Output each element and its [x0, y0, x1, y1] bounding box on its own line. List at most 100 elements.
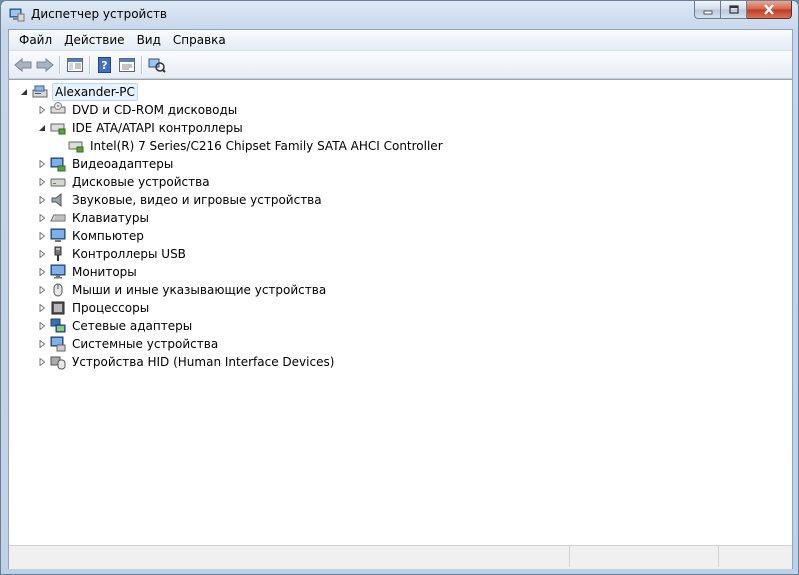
tree-item-system-devices[interactable]: Системные устройства — [37, 335, 220, 353]
expand-arrow-icon[interactable] — [37, 303, 47, 313]
back-arrow-icon — [14, 57, 32, 72]
display-adapter-icon — [50, 156, 66, 172]
menu-view[interactable]: Вид — [131, 30, 167, 50]
tree-item-label: Звуковые, видео и игровые устройства — [72, 193, 322, 207]
speaker-icon — [50, 192, 66, 208]
tree-item-label: Видеоадаптеры — [72, 157, 174, 171]
tree-item-label: Процессоры — [72, 301, 150, 315]
menu-bar: Файл Действие Вид Справка — [9, 30, 792, 51]
tree-item-processors[interactable]: Процессоры — [37, 299, 151, 317]
toolbar: ? — [9, 51, 792, 79]
minimize-button[interactable] — [694, 1, 721, 19]
device-tree[interactable]: Alexander-PC DVD и CD-ROM дисководы IDE … — [9, 79, 792, 545]
network-adapter-icon — [50, 318, 66, 334]
tree-item-video-adapters[interactable]: Видеоадаптеры — [37, 155, 175, 173]
system-device-icon — [50, 336, 66, 352]
ide-controller-icon — [68, 138, 84, 154]
back-button[interactable] — [12, 54, 34, 76]
status-pane — [9, 546, 570, 567]
device-manager-window: Диспетчер устройств Файл Действие Вид Сп… — [0, 0, 799, 575]
tree-item-computer[interactable]: Компьютер — [37, 227, 146, 245]
tree-item-label: Контроллеры USB — [72, 247, 186, 261]
expand-arrow-icon[interactable] — [37, 159, 47, 169]
mouse-icon — [50, 282, 66, 298]
maximize-button[interactable] — [721, 1, 747, 19]
tree-item-ide[interactable]: IDE ATA/ATAPI контроллеры — [37, 119, 245, 137]
close-button[interactable] — [747, 1, 792, 19]
help-icon: ? — [98, 56, 111, 73]
expand-arrow-icon[interactable] — [37, 177, 47, 187]
show-hide-console-tree-icon — [67, 57, 83, 72]
tree-item-label: Intel(R) 7 Series/C216 Chipset Family SA… — [90, 139, 443, 153]
tree-root[interactable]: Alexander-PC — [19, 83, 138, 101]
tree-item-label: Клавиатуры — [72, 211, 149, 225]
computer-icon — [32, 84, 48, 100]
forward-button[interactable] — [34, 54, 56, 76]
tree-item-mice[interactable]: Мыши и иные указывающие устройства — [37, 281, 328, 299]
tree-item-sound[interactable]: Звуковые, видео и игровые устройства — [37, 191, 324, 209]
maximize-icon — [728, 4, 739, 14]
collapse-arrow-icon[interactable] — [19, 87, 29, 97]
expand-arrow-icon[interactable] — [37, 231, 47, 241]
expand-arrow-icon[interactable] — [37, 105, 47, 115]
title-bar[interactable]: Диспетчер устройств — [1, 1, 798, 29]
usb-icon — [50, 246, 66, 262]
tree-item-ide-controller[interactable]: Intel(R) 7 Series/C216 Chipset Family SA… — [68, 137, 445, 155]
root-label: Alexander-PC — [52, 83, 138, 101]
minimize-icon — [703, 10, 712, 14]
menu-action[interactable]: Действие — [58, 30, 130, 50]
device-manager-icon — [9, 6, 25, 22]
dvd-drive-icon — [50, 102, 66, 118]
tree-item-label: DVD и CD-ROM дисководы — [72, 103, 238, 117]
tree-item-hid[interactable]: Устройства HID (Human Interface Devices) — [37, 353, 336, 371]
tree-item-network[interactable]: Сетевые адаптеры — [37, 317, 194, 335]
tree-item-label: IDE ATA/ATAPI контроллеры — [72, 121, 243, 135]
properties-button[interactable] — [116, 54, 138, 76]
toolbar-separator — [89, 55, 91, 74]
tree-item-label: Дисковые устройства — [72, 175, 210, 189]
tree-item-monitors[interactable]: Мониторы — [37, 263, 139, 281]
tree-item-label: Устройства HID (Human Interface Devices) — [72, 355, 335, 369]
menu-file[interactable]: Файл — [13, 30, 58, 50]
menu-help[interactable]: Справка — [167, 30, 232, 50]
hid-icon — [50, 354, 66, 370]
window-title: Диспетчер устройств — [31, 7, 168, 21]
tree-item-disk-drives[interactable]: Дисковые устройства — [37, 173, 212, 191]
status-pane — [570, 546, 719, 567]
properties-icon — [119, 57, 135, 72]
forward-arrow-icon — [36, 57, 54, 72]
processor-icon — [50, 300, 66, 316]
disk-drive-icon — [50, 174, 66, 190]
expand-arrow-icon[interactable] — [37, 339, 47, 349]
expand-arrow-icon[interactable] — [37, 267, 47, 277]
close-icon — [764, 4, 774, 15]
tree-item-keyboards[interactable]: Клавиатуры — [37, 209, 151, 227]
scan-hardware-changes-icon — [148, 58, 166, 73]
tree-item-label: Системные устройства — [72, 337, 219, 351]
collapse-arrow-icon[interactable] — [37, 123, 47, 133]
tree-item-dvd[interactable]: DVD и CD-ROM дисководы — [37, 101, 239, 119]
tree-item-usb[interactable]: Контроллеры USB — [37, 245, 188, 263]
tree-item-label: Мониторы — [72, 265, 137, 279]
computer-icon — [50, 228, 66, 244]
toolbar-separator — [59, 55, 61, 74]
expand-arrow-icon[interactable] — [37, 249, 47, 259]
show-hide-console-tree-button[interactable] — [64, 54, 86, 76]
expand-arrow-icon[interactable] — [37, 285, 47, 295]
scan-hardware-button[interactable] — [146, 54, 168, 76]
status-pane — [719, 546, 789, 567]
help-button[interactable]: ? — [94, 54, 116, 76]
expand-arrow-icon[interactable] — [37, 357, 47, 367]
client-area: Файл Действие Вид Справка ? Alexander-PC… — [8, 29, 793, 569]
tree-item-label: Мыши и иные указывающие устройства — [72, 283, 327, 297]
svg-text:?: ? — [101, 59, 107, 72]
ide-controller-icon — [50, 120, 66, 136]
expand-arrow-icon[interactable] — [37, 195, 47, 205]
tree-item-label: Сетевые адаптеры — [72, 319, 193, 333]
expand-arrow-icon[interactable] — [37, 321, 47, 331]
expand-arrow-icon[interactable] — [37, 213, 47, 223]
status-bar — [9, 545, 792, 569]
toolbar-separator — [141, 55, 143, 74]
tree-item-label: Компьютер — [72, 229, 144, 243]
keyboard-icon — [50, 210, 66, 226]
